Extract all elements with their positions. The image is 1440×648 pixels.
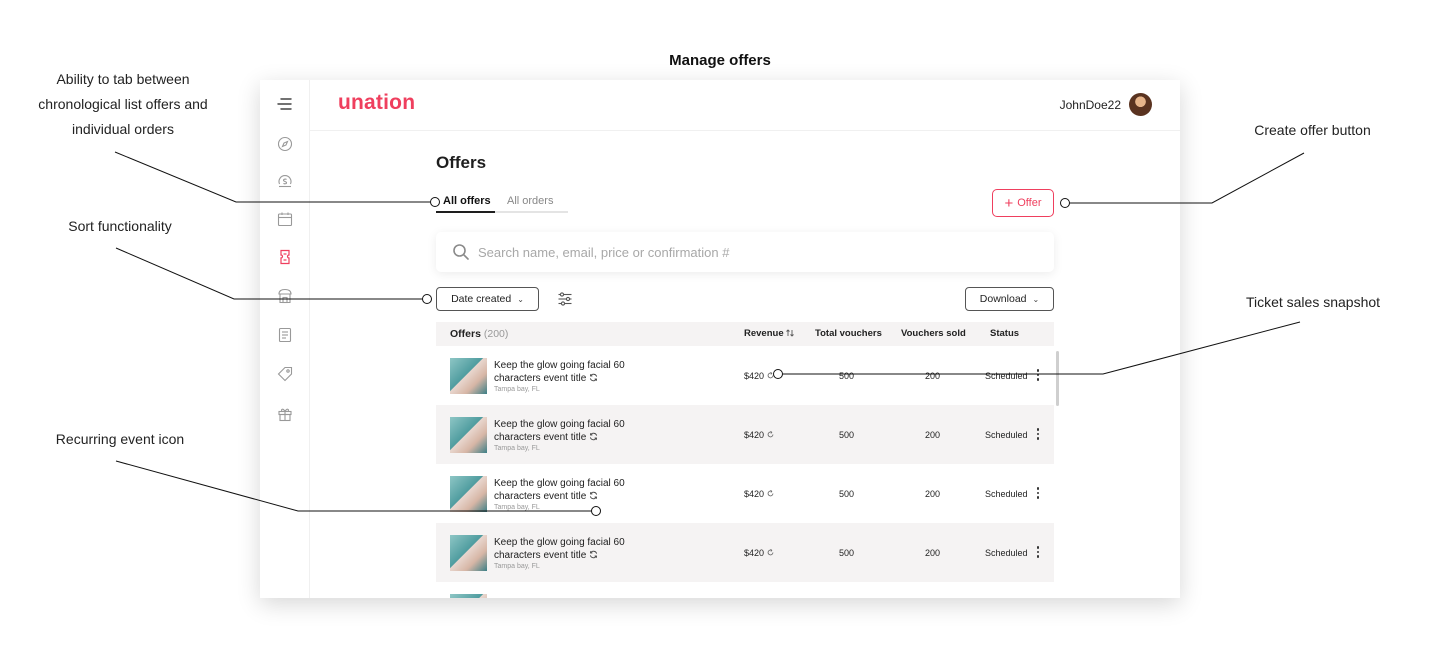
- event-title[interactable]: Keep the glow going facial 60 characters…: [494, 360, 644, 385]
- recurring-icon: [590, 373, 598, 381]
- recurring-icon: [590, 491, 598, 499]
- vouchers-sold-cell: 200: [925, 371, 941, 381]
- add-offer-label: Offer: [1017, 197, 1042, 209]
- table-row-partial[interactable]: [436, 582, 1054, 598]
- total-vouchers-cell: 500: [839, 489, 855, 499]
- receipt-icon[interactable]: [276, 326, 294, 344]
- status-cell: Scheduled: [985, 371, 1028, 381]
- more-options-icon[interactable]: [1034, 485, 1042, 501]
- event-title[interactable]: Keep the glow going facial 60 characters…: [494, 419, 644, 444]
- annotation-create: Create offer button: [1254, 122, 1371, 138]
- table-header: Offers (200) Revenue Total vouchers Vouc…: [436, 322, 1054, 346]
- table-scrollbar[interactable]: [1056, 351, 1059, 406]
- tag-icon[interactable]: [276, 365, 294, 383]
- refresh-icon[interactable]: [767, 549, 774, 556]
- offer-tabs: All offers All orders: [436, 193, 568, 213]
- revenue-cell: $420: [744, 430, 774, 440]
- sort-dropdown[interactable]: Date created ⌄: [436, 287, 539, 311]
- canvas: Manage offers Ability to tab between chr…: [0, 0, 1440, 648]
- table-row[interactable]: Keep the glow going facial 60 characters…: [436, 464, 1054, 523]
- total-vouchers-cell: 500: [839, 371, 855, 381]
- download-label: Download: [979, 293, 1027, 305]
- top-bar: unation JohnDoe22: [310, 80, 1180, 131]
- vouchers-sold-cell: 200: [925, 548, 941, 558]
- revenue-cell: $420: [744, 489, 774, 499]
- sort-arrows-icon: [786, 329, 795, 337]
- tab-all-offers[interactable]: All offers: [443, 195, 491, 207]
- brand-logo[interactable]: unation: [338, 91, 415, 115]
- more-options-icon[interactable]: [1034, 544, 1042, 560]
- header-total-vouchers: Total vouchers: [815, 328, 882, 339]
- header-revenue[interactable]: Revenue: [744, 328, 795, 339]
- username[interactable]: JohnDoe22: [1060, 98, 1121, 112]
- calendar-icon[interactable]: [276, 210, 294, 228]
- store-icon[interactable]: [276, 287, 294, 305]
- compass-icon[interactable]: [276, 135, 294, 153]
- event-location: Tampa bay, FL: [494, 563, 540, 570]
- event-location: Tampa bay, FL: [494, 504, 540, 511]
- dollar-circle-icon[interactable]: [276, 173, 294, 191]
- event-location: Tampa bay, FL: [494, 386, 540, 393]
- event-thumbnail: [450, 476, 487, 512]
- event-title[interactable]: Keep the glow going facial 60 characters…: [494, 478, 644, 503]
- recurring-icon: [590, 550, 598, 558]
- chevron-down-icon: ⌄: [1032, 294, 1040, 304]
- sidebar: [260, 80, 310, 598]
- filter-icon[interactable]: [557, 291, 573, 307]
- revenue-cell: $420: [744, 371, 774, 381]
- total-vouchers-cell: 500: [839, 548, 855, 558]
- recurring-icon: [590, 432, 598, 440]
- refresh-icon[interactable]: [767, 490, 774, 497]
- annotation-recurring: Recurring event icon: [55, 431, 185, 447]
- vouchers-sold-cell: 200: [925, 430, 941, 440]
- page-title: Offers: [436, 153, 487, 172]
- gift-icon[interactable]: [276, 405, 294, 423]
- header-offers: Offers (200): [450, 328, 509, 340]
- event-title[interactable]: Keep the glow going facial 60 characters…: [494, 537, 644, 562]
- annotation-tabs: Ability to tab between chronological lis…: [38, 71, 208, 137]
- refresh-icon[interactable]: [767, 372, 774, 379]
- main-content: Offers All offers All orders + Offer Dat…: [436, 131, 1059, 598]
- event-thumbnail: [450, 535, 487, 571]
- status-cell: Scheduled: [985, 548, 1028, 558]
- annotation-sort: Sort functionality: [68, 218, 172, 234]
- search-icon: [453, 244, 469, 260]
- plus-icon: +: [1004, 194, 1014, 212]
- event-location: Tampa bay, FL: [494, 445, 540, 452]
- avatar[interactable]: [1129, 93, 1152, 116]
- app-window: unation JohnDoe22 Offers All offers All …: [260, 80, 1180, 598]
- event-thumbnail: [450, 594, 487, 598]
- offer-count: (200): [483, 328, 509, 340]
- event-thumbnail: [450, 417, 487, 453]
- refresh-icon[interactable]: [767, 431, 774, 438]
- more-options-icon[interactable]: [1034, 367, 1042, 383]
- revenue-cell: $420: [744, 548, 774, 558]
- status-cell: Scheduled: [985, 489, 1028, 499]
- more-options-icon[interactable]: [1034, 426, 1042, 442]
- header-status: Status: [990, 328, 1020, 339]
- annotation-snapshot: Ticket sales snapshot: [1245, 294, 1381, 310]
- table-row[interactable]: Keep the glow going facial 60 characters…: [436, 523, 1054, 582]
- total-vouchers-cell: 500: [839, 430, 855, 440]
- search-input[interactable]: [478, 241, 1018, 263]
- table-row[interactable]: Keep the glow going facial 60 characters…: [436, 346, 1054, 405]
- vouchers-sold-cell: 200: [925, 489, 941, 499]
- chevron-down-icon: ⌄: [517, 294, 524, 304]
- tab-all-orders[interactable]: All orders: [507, 195, 553, 207]
- table-row[interactable]: Keep the glow going facial 60 characters…: [436, 405, 1054, 464]
- ticket-icon[interactable]: [276, 248, 294, 266]
- event-thumbnail: [450, 358, 487, 394]
- active-tab-indicator: [436, 211, 495, 213]
- menu-icon[interactable]: [276, 95, 294, 113]
- sort-label: Date created: [451, 293, 512, 305]
- search-bar: [436, 232, 1054, 272]
- status-cell: Scheduled: [985, 430, 1028, 440]
- header-vouchers-sold: Vouchers sold: [901, 328, 966, 339]
- add-offer-button[interactable]: + Offer: [992, 189, 1054, 217]
- download-dropdown[interactable]: Download ⌄: [965, 287, 1054, 311]
